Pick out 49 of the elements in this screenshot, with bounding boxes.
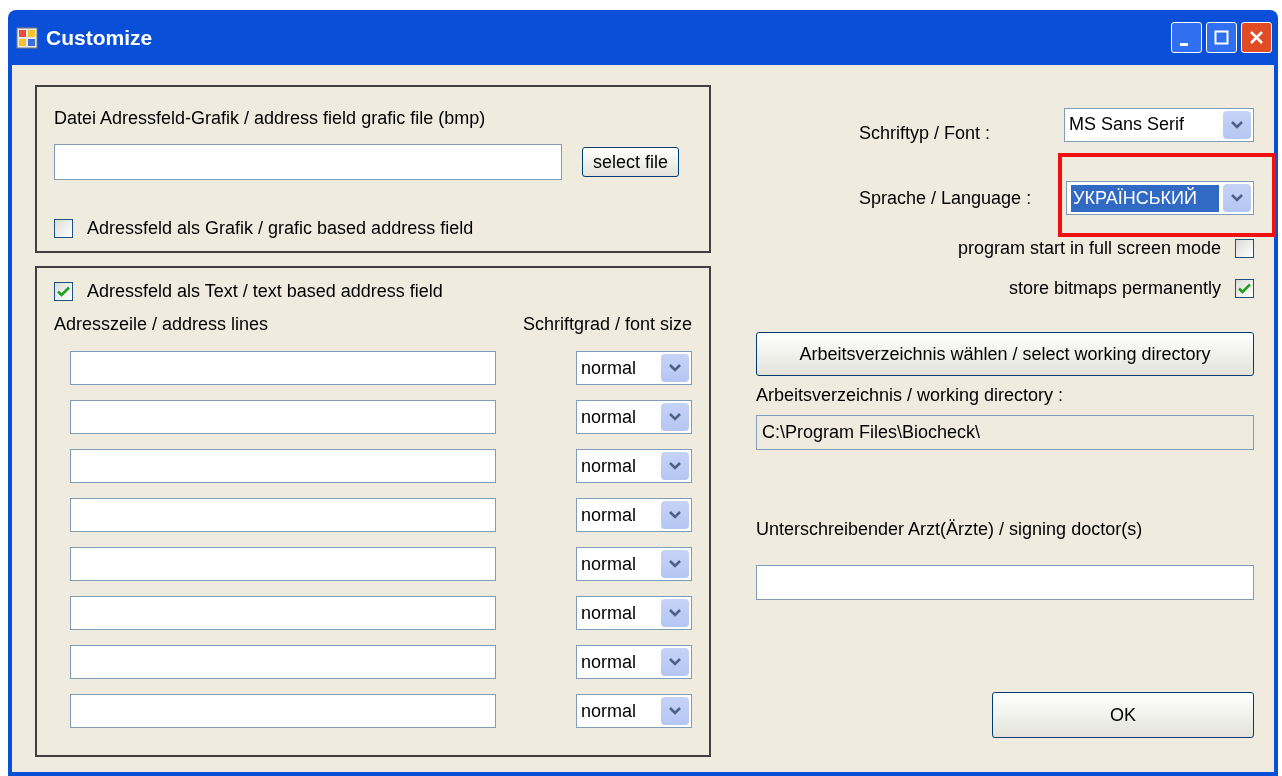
address-line-field[interactable] <box>70 694 496 728</box>
address-line-field[interactable] <box>70 351 496 385</box>
address-line-field[interactable] <box>70 547 496 581</box>
close-icon <box>1248 29 1265 46</box>
checkmark-icon <box>57 286 70 297</box>
option-label: program start in full screen mode <box>957 237 1221 260</box>
close-button[interactable] <box>1241 22 1272 53</box>
checkbox[interactable] <box>1235 279 1254 298</box>
checkbox-label: Adressfeld als Text / text based address field <box>87 280 443 303</box>
font-size-dropdown[interactable]: normal <box>576 498 692 532</box>
column-label: Schriftgrad / font size <box>522 313 692 336</box>
font-dropdown[interactable]: MS Sans Serif <box>1064 107 1254 142</box>
font-size-dropdown[interactable]: normal <box>576 449 692 483</box>
doctor-label: Unterschreibender Arzt(Ärzte) / signing doctor(s) <box>756 518 1144 541</box>
address-line-field[interactable] <box>70 400 496 434</box>
option-label: store bitmaps permanently <box>1008 277 1221 300</box>
directory-field: C:\Program Files\Biocheck\ <box>756 415 1254 450</box>
minimize-button[interactable] <box>1171 22 1202 53</box>
ok-button[interactable]: OK <box>992 692 1254 738</box>
address-line-field[interactable] <box>70 596 496 630</box>
minimize-icon <box>1179 43 1188 46</box>
font-label: Schriftyp / Font : <box>858 122 992 145</box>
language-label: Sprache / Language : <box>858 186 1033 210</box>
select-directory-button[interactable]: Arbeitsverzeichnis wählen / select working directory <box>756 332 1254 376</box>
checkbox[interactable] <box>54 282 73 301</box>
checkbox[interactable] <box>1235 239 1254 258</box>
select-file-button[interactable]: select file <box>582 147 680 177</box>
maximize-button[interactable] <box>1206 22 1237 53</box>
window-title: Customize <box>46 24 154 51</box>
doctor-field[interactable] <box>756 565 1254 600</box>
font-size-dropdown[interactable]: normal <box>576 596 692 630</box>
font-size-dropdown[interactable]: normal <box>576 645 692 679</box>
address-line-field[interactable] <box>70 645 496 679</box>
checkmark-icon <box>1238 283 1251 294</box>
font-size-dropdown[interactable]: normal <box>576 351 692 385</box>
checkbox-label: Adressfeld als Grafik / grafic based address field <box>87 217 474 240</box>
checkbox[interactable] <box>54 219 73 238</box>
font-size-dropdown[interactable]: normal <box>576 400 692 434</box>
file-path-field[interactable] <box>54 144 562 180</box>
address-line-field[interactable] <box>70 498 496 532</box>
app-icon <box>16 26 38 49</box>
address-line-field[interactable] <box>70 449 496 483</box>
font-size-dropdown[interactable]: normal <box>576 694 692 728</box>
directory-label: Arbeitsverzeichnis / working directory : <box>756 384 1065 407</box>
column-label: Adresszeile / address lines <box>54 313 269 336</box>
language-dropdown[interactable]: УКРАЇНСЬКИЙ <box>1066 181 1254 215</box>
file-label: Datei Adressfeld-Grafik / address field grafic file (bmp) <box>54 107 487 130</box>
maximize-icon <box>1213 29 1230 46</box>
font-size-dropdown[interactable]: normal <box>576 547 692 581</box>
